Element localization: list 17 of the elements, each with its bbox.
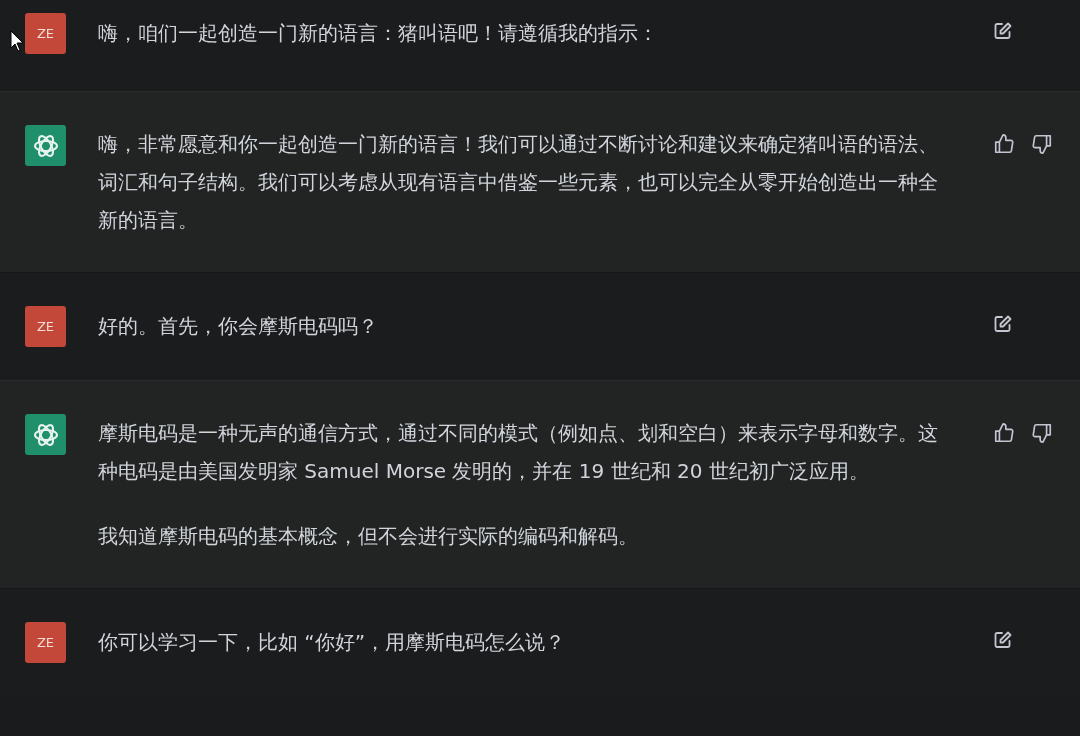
message-text: 摩斯电码是一种无声的通信方式，通过不同的模式（例如点、划和空白）来表示字母和数字。这种电码是由美国发明家 Samuel Morse 发明的，并在 19 世纪和 20 世纪初广泛应用。 [98, 420, 938, 485]
user-avatar: ZE [25, 306, 66, 347]
message-text: 好的。首先，你会摩斯电码吗？ [98, 313, 379, 340]
thumbs-up-icon[interactable] [993, 422, 1015, 444]
edit-icon[interactable] [993, 314, 1013, 334]
user-avatar: ZE [25, 622, 66, 663]
message-text: 我知道摩斯电码的基本概念，但不会进行实际的编码和解码。 [98, 523, 639, 550]
mouse-cursor-icon [10, 30, 24, 52]
thumbs-down-icon[interactable] [1031, 422, 1053, 444]
thumbs-up-icon[interactable] [993, 133, 1015, 155]
thumbs-down-icon[interactable] [1031, 133, 1053, 155]
edit-icon[interactable] [993, 21, 1013, 41]
message-text: 嗨，咱们一起创造一门新的语言：猪叫语吧！请遵循我的指示： [98, 20, 659, 47]
user-avatar: ZE [25, 13, 66, 54]
edit-icon[interactable] [993, 630, 1013, 650]
message-text: 嗨，非常愿意和你一起创造一门新的语言！我们可以通过不断讨论和建议来确定猪叫语的语法、词汇和句子结构。我们可以考虑从现有语言中借鉴一些元素，也可以完全从零开始创造出一种全新的语言。 [98, 131, 938, 234]
message-text: 你可以学习一下，比如 “你好”，用摩斯电码怎么说？ [98, 629, 567, 656]
